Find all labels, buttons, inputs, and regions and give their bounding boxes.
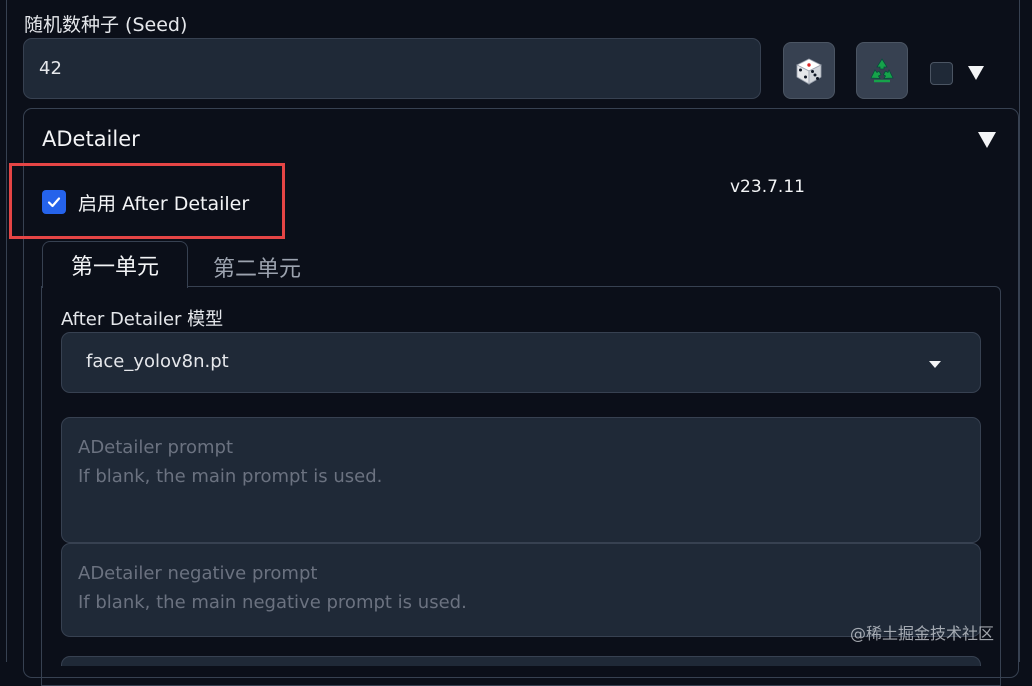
negative-prompt-title: ADetailer negative prompt — [78, 563, 318, 584]
negative-prompt-hint: If blank, the main negative prompt is us… — [78, 592, 467, 613]
recycle-icon — [870, 57, 894, 82]
model-select-value: face_yolov8n.pt — [86, 351, 229, 372]
watermark: @稀土掘金技术社区 — [850, 624, 995, 643]
tab-unit-2[interactable]: 第二单元 — [213, 251, 301, 283]
adetailer-negative-prompt-placeholder: ADetailer negative prompt If blank, the … — [78, 559, 467, 617]
right-edge-border — [1019, 0, 1020, 662]
highlight-annotation-box — [9, 163, 285, 239]
adetailer-title[interactable]: ADetailer — [42, 127, 140, 151]
seed-label: 随机数种子 (Seed) — [24, 14, 188, 36]
prompt-title: ADetailer prompt — [78, 437, 233, 458]
seed-input[interactable] — [23, 38, 761, 99]
random-seed-button[interactable] — [783, 42, 835, 99]
reuse-seed-button[interactable] — [856, 42, 908, 99]
left-edge-border — [6, 0, 7, 662]
prompt-hint: If blank, the main prompt is used. — [78, 466, 383, 487]
dice-icon — [796, 58, 822, 85]
model-label: After Detailer 模型 — [61, 309, 224, 330]
next-field-edge — [61, 656, 981, 666]
seed-extra-toggle-icon[interactable] — [968, 66, 984, 80]
collapse-triangle-icon[interactable] — [978, 132, 996, 148]
tab-unit-1[interactable]: 第一单元 — [42, 241, 188, 288]
caret-down-icon[interactable] — [929, 361, 941, 368]
version-label: v23.7.11 — [730, 177, 805, 197]
seed-extra-checkbox[interactable] — [930, 62, 953, 85]
adetailer-prompt-placeholder: ADetailer prompt If blank, the main prom… — [78, 433, 382, 491]
